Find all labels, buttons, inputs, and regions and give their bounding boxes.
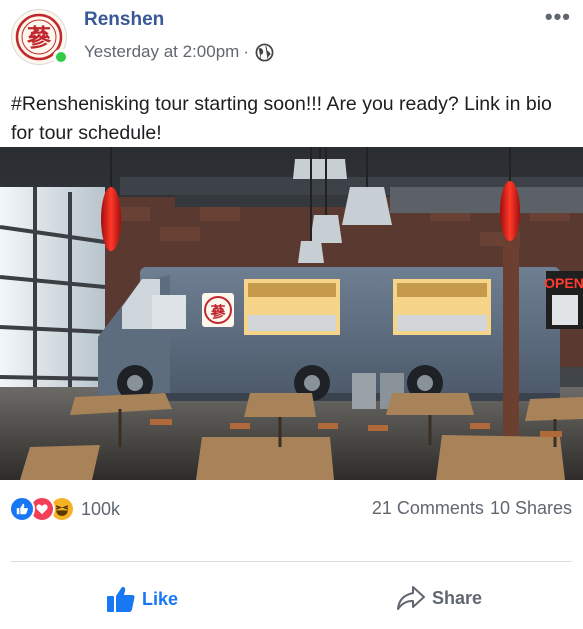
food-truck-photo: 蔘 OPEN bbox=[0, 147, 583, 480]
globe-icon[interactable] bbox=[255, 43, 274, 62]
author-name[interactable]: Renshen bbox=[84, 9, 164, 31]
post-photo[interactable]: 蔘 OPEN bbox=[0, 147, 583, 480]
share-label: Share bbox=[432, 587, 483, 608]
open-sign: OPEN bbox=[544, 275, 583, 291]
truck-logo-glyph: 蔘 bbox=[209, 303, 226, 321]
engagement-stats: 21 Comments 10 Shares bbox=[372, 498, 572, 519]
avatar-glyph: 蔘 bbox=[27, 24, 52, 52]
meta-separator: · bbox=[243, 42, 249, 61]
like-button[interactable]: Like bbox=[106, 585, 178, 613]
share-button[interactable]: Share bbox=[396, 585, 482, 611]
shares-count[interactable]: 10 Shares bbox=[490, 498, 572, 518]
avatar[interactable]: 蔘 bbox=[11, 9, 69, 65]
online-status-dot bbox=[53, 49, 69, 65]
action-divider bbox=[11, 561, 572, 562]
timestamp[interactable]: Yesterday at 2:00pm bbox=[84, 42, 239, 62]
share-arrow-icon bbox=[397, 586, 425, 610]
post-text: #Renshenisking tour starting soon!!! Are… bbox=[11, 93, 552, 144]
reaction-count[interactable]: 100k bbox=[81, 499, 120, 520]
post-meta: Yesterday at 2:00pm · bbox=[84, 42, 274, 62]
reactions-summary[interactable]: 100k bbox=[9, 496, 120, 522]
like-label: Like bbox=[142, 588, 179, 609]
more-options-icon[interactable]: ••• bbox=[545, 4, 571, 30]
thumbs-up-icon bbox=[107, 586, 135, 612]
like-reaction-icon bbox=[9, 496, 35, 522]
facebook-post: 蔘 Renshen Yesterday at 2:00pm · ••• #Ren… bbox=[0, 0, 583, 629]
comments-count[interactable]: 21 Comments bbox=[372, 498, 484, 518]
